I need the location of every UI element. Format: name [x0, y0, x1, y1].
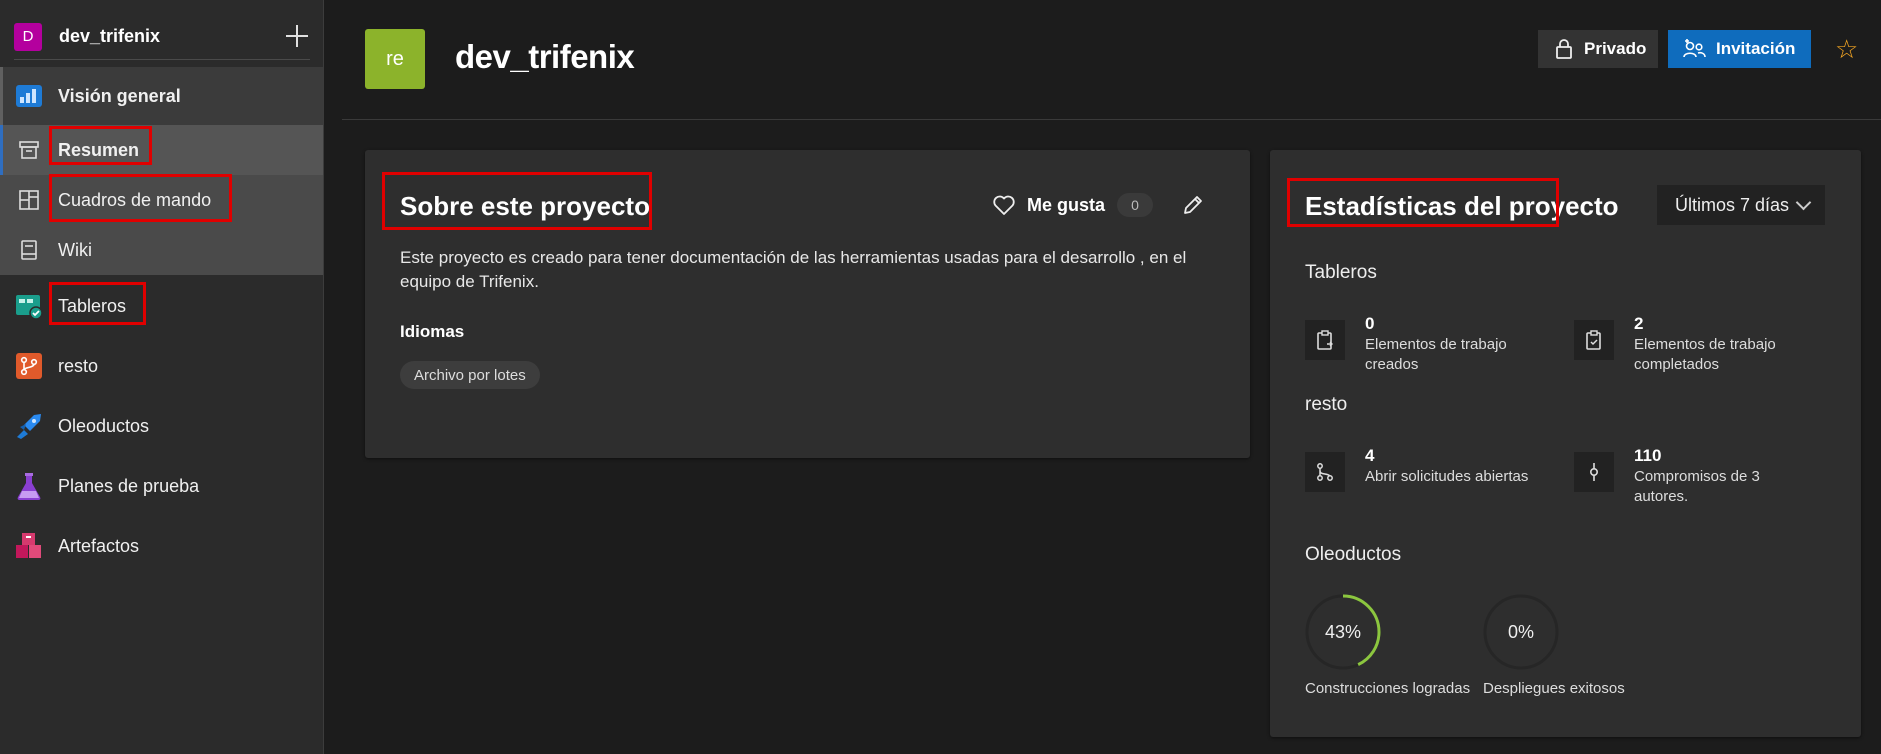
about-title: Sobre este proyecto: [400, 191, 650, 221]
sidebar: D dev_trifenix Visión general Resumen Cu…: [0, 0, 324, 754]
project-avatar: re: [365, 29, 425, 89]
org-name[interactable]: dev_trifenix: [59, 26, 160, 47]
sidebar-item-label: Cuadros de mando: [58, 189, 212, 210]
private-button[interactable]: Privado: [1538, 30, 1658, 68]
date-range-dropdown[interactable]: Últimos 7 días: [1657, 185, 1825, 225]
repos-icon: [16, 353, 42, 379]
builds-ring: 43%: [1305, 594, 1381, 670]
like-label: Me gusta: [1027, 194, 1106, 215]
sidebar-item-label: Visión general: [58, 85, 181, 106]
stats-title: Estadísticas del proyecto: [1305, 191, 1619, 221]
private-label: Privado: [1584, 39, 1647, 58]
invite-label: Invitación: [1716, 39, 1796, 58]
pipelines-icon: [17, 414, 41, 439]
deploys-label: Despliegues exitosos: [1483, 680, 1625, 697]
favorite-star-icon[interactable]: ☆: [1835, 34, 1858, 65]
builds-label: Construcciones logradas: [1305, 680, 1471, 697]
completed-count: 2: [1634, 314, 1644, 333]
add-icon[interactable]: [284, 23, 310, 49]
pipelines-section-title: Oleoductos: [1305, 544, 1402, 565]
sidebar-item-summary[interactable]: Resumen: [0, 125, 323, 175]
created-count: 0: [1365, 314, 1375, 333]
sidebar-item-artifacts[interactable]: Artefactos: [0, 521, 323, 571]
sidebar-item-label: Tableros: [58, 295, 127, 316]
org-header: D dev_trifenix: [14, 14, 310, 60]
sidebar-item-repos[interactable]: resto: [0, 341, 323, 391]
sidebar-item-label: Resumen: [58, 139, 140, 160]
overview-icon: [16, 85, 42, 107]
project-stats-card: Estadísticas del proyecto Últimos 7 días…: [1270, 150, 1861, 737]
pull-request-icon: [1305, 452, 1345, 492]
sidebar-item-boards[interactable]: Tableros: [0, 281, 323, 331]
org-avatar[interactable]: D: [14, 22, 42, 51]
deploys-ring: 0%: [1483, 594, 1559, 670]
completed-text: Elementos de trabajo completados: [1634, 336, 1776, 373]
pull-requests-text: Abrir solicitudes abiertas: [1365, 468, 1529, 485]
clipboard-created-icon: [1305, 320, 1345, 360]
dashboard-icon: [19, 190, 39, 210]
sidebar-item-wiki[interactable]: Wiki: [0, 225, 323, 275]
commits-text: Compromisos de 3 autores.: [1634, 468, 1760, 505]
language-tag: Archivo por lotes: [400, 361, 540, 389]
invite-button[interactable]: Invitación: [1668, 30, 1811, 68]
artifacts-icon: [16, 533, 41, 558]
project-description: Este proyecto es creado para tener docum…: [400, 248, 1187, 291]
clipboard-completed-icon: [1574, 320, 1614, 360]
edit-pencil-icon[interactable]: [1180, 192, 1206, 218]
test-plans-icon: [17, 473, 41, 500]
sidebar-item-label: Oleoductos: [58, 415, 150, 436]
deploys-percent: 0%: [1507, 621, 1534, 642]
commits-count: 110: [1634, 446, 1662, 465]
builds-percent: 43%: [1324, 621, 1362, 642]
project-header: re dev_trifenix Privado Invitación ☆: [342, 0, 1881, 120]
sidebar-item-test-plans[interactable]: Planes de prueba: [0, 461, 323, 511]
like-button[interactable]: Me gusta 0: [992, 193, 1154, 217]
created-text: Elementos de trabajo creados: [1365, 336, 1507, 373]
lock-icon: [1556, 39, 1572, 59]
boards-icon: [16, 295, 43, 320]
chevron-down-icon: [1795, 194, 1812, 211]
date-range-value: Últimos 7 días: [1675, 194, 1790, 215]
commit-icon: [1574, 452, 1614, 492]
sidebar-item-label: Planes de prueba: [58, 475, 200, 496]
sidebar-item-label: resto: [58, 355, 99, 376]
pull-requests-count: 4: [1365, 446, 1375, 465]
page-title: dev_trifenix: [455, 38, 635, 75]
sidebar-item-label: Wiki: [58, 239, 92, 260]
heart-icon: [993, 195, 1015, 215]
sidebar-item-dashboards[interactable]: Cuadros de mando: [0, 175, 323, 225]
sidebar-item-pipelines[interactable]: Oleoductos: [0, 401, 323, 451]
wiki-icon: [21, 240, 37, 260]
boards-section-title: Tableros: [1305, 262, 1377, 283]
summary-icon: [19, 141, 39, 159]
about-project-card: Sobre este proyecto Me gusta 0 Este proy…: [365, 150, 1250, 458]
repos-section-title: resto: [1305, 394, 1348, 415]
like-count: 0: [1117, 193, 1154, 217]
sidebar-item-label: Artefactos: [58, 535, 140, 556]
add-people-icon: [1683, 39, 1706, 58]
sidebar-item-overview[interactable]: Visión general: [0, 67, 323, 125]
languages-heading: Idiomas: [400, 322, 465, 341]
